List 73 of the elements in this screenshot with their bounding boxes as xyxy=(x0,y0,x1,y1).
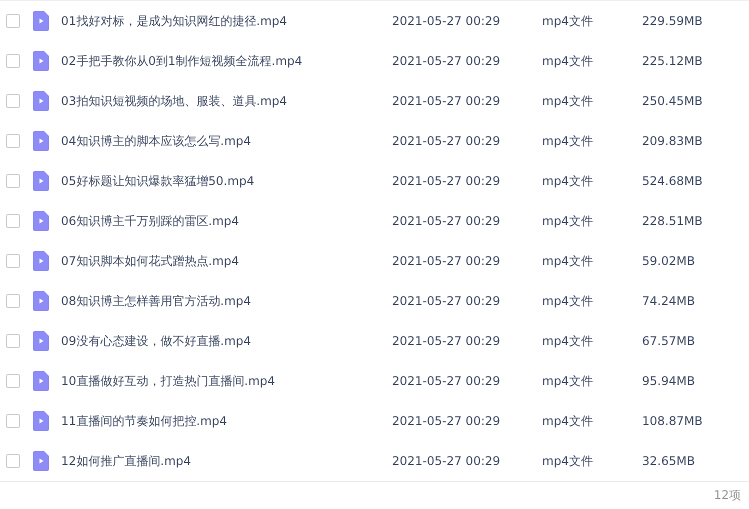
file-date: 2021-05-27 00:29 xyxy=(392,414,502,428)
checkbox[interactable] xyxy=(6,454,20,468)
file-type: mp4文件 xyxy=(542,252,594,270)
file-type: mp4文件 xyxy=(542,92,594,110)
video-file-icon xyxy=(33,11,49,31)
checkbox[interactable] xyxy=(6,174,20,188)
file-size: 228.51MB xyxy=(642,214,703,228)
file-date: 2021-05-27 00:29 xyxy=(392,14,502,28)
file-date: 2021-05-27 00:29 xyxy=(392,214,502,228)
file-date: 2021-05-27 00:29 xyxy=(392,374,502,388)
file-date: 2021-05-27 00:29 xyxy=(392,174,502,188)
file-date: 2021-05-27 00:29 xyxy=(392,94,502,108)
file-type: mp4文件 xyxy=(542,212,594,230)
file-size: 95.94MB xyxy=(642,374,695,388)
checkbox[interactable] xyxy=(6,414,20,428)
video-file-icon xyxy=(33,51,49,71)
file-date: 2021-05-27 00:29 xyxy=(392,134,502,148)
file-date: 2021-05-27 00:29 xyxy=(392,54,502,68)
video-file-icon xyxy=(33,451,49,471)
file-type: mp4文件 xyxy=(542,412,594,430)
file-type: mp4文件 xyxy=(542,132,594,150)
file-name[interactable]: 02手把手教你从0到1制作短视频全流程.mp4 xyxy=(61,52,392,70)
checkbox[interactable] xyxy=(6,214,20,228)
file-date: 2021-05-27 00:29 xyxy=(392,334,502,348)
checkbox[interactable] xyxy=(6,94,20,108)
file-type: mp4文件 xyxy=(542,172,594,190)
checkbox[interactable] xyxy=(6,374,20,388)
file-size: 250.45MB xyxy=(642,94,703,108)
checkbox[interactable] xyxy=(6,54,20,68)
checkbox[interactable] xyxy=(6,334,20,348)
file-name[interactable]: 07知识脚本如何花式蹭热点.mp4 xyxy=(61,252,392,270)
checkbox[interactable] xyxy=(6,294,20,308)
file-size: 524.68MB xyxy=(642,174,703,188)
file-type: mp4文件 xyxy=(542,12,594,30)
video-file-icon xyxy=(33,371,49,391)
file-size: 67.57MB xyxy=(642,334,695,348)
video-file-icon xyxy=(33,331,49,351)
file-name[interactable]: 10直播做好互动，打造热门直播间.mp4 xyxy=(61,372,392,390)
file-size: 59.02MB xyxy=(642,254,695,268)
video-file-icon xyxy=(33,91,49,111)
video-file-icon xyxy=(33,411,49,431)
file-size: 74.24MB xyxy=(642,294,695,308)
file-name[interactable]: 05好标题让知识爆款率猛增50.mp4 xyxy=(61,172,392,190)
file-size: 108.87MB xyxy=(642,414,703,428)
file-type: mp4文件 xyxy=(542,52,594,70)
checkbox[interactable] xyxy=(6,134,20,148)
file-type: mp4文件 xyxy=(542,292,594,310)
file-size: 209.83MB xyxy=(642,134,703,148)
file-type: mp4文件 xyxy=(542,452,594,470)
file-name[interactable]: 04知识博主的脚本应该怎么写.mp4 xyxy=(61,132,392,150)
video-file-icon xyxy=(33,291,49,311)
file-type: mp4文件 xyxy=(542,332,594,350)
video-file-icon xyxy=(33,171,49,191)
file-size: 32.65MB xyxy=(642,454,695,468)
file-size: 229.59MB xyxy=(642,14,703,28)
video-file-icon xyxy=(33,251,49,271)
file-size: 225.12MB xyxy=(642,54,703,68)
file-date: 2021-05-27 00:29 xyxy=(392,454,502,468)
file-date: 2021-05-27 00:29 xyxy=(392,254,502,268)
video-file-icon xyxy=(33,211,49,231)
video-file-icon xyxy=(33,131,49,151)
file-name[interactable]: 03拍知识短视频的场地、服装、道具.mp4 xyxy=(61,92,392,110)
file-name[interactable]: 11直播间的节奏如何把控.mp4 xyxy=(61,412,392,430)
file-type: mp4文件 xyxy=(542,372,594,390)
file-name[interactable]: 08知识博主怎样善用官方活动.mp4 xyxy=(61,292,392,310)
file-name[interactable]: 01找好对标，是成为知识网红的捷径.mp4 xyxy=(61,12,392,30)
checkbox[interactable] xyxy=(6,254,20,268)
file-name[interactable]: 12如何推广直播间.mp4 xyxy=(61,452,392,470)
item-count: 12项 xyxy=(714,487,741,504)
file-name[interactable]: 06知识博主千万别踩的雷区.mp4 xyxy=(61,212,392,230)
checkbox[interactable] xyxy=(6,14,20,28)
file-name[interactable]: 09没有心态建设，做不好直播.mp4 xyxy=(61,332,392,350)
file-date: 2021-05-27 00:29 xyxy=(392,294,502,308)
